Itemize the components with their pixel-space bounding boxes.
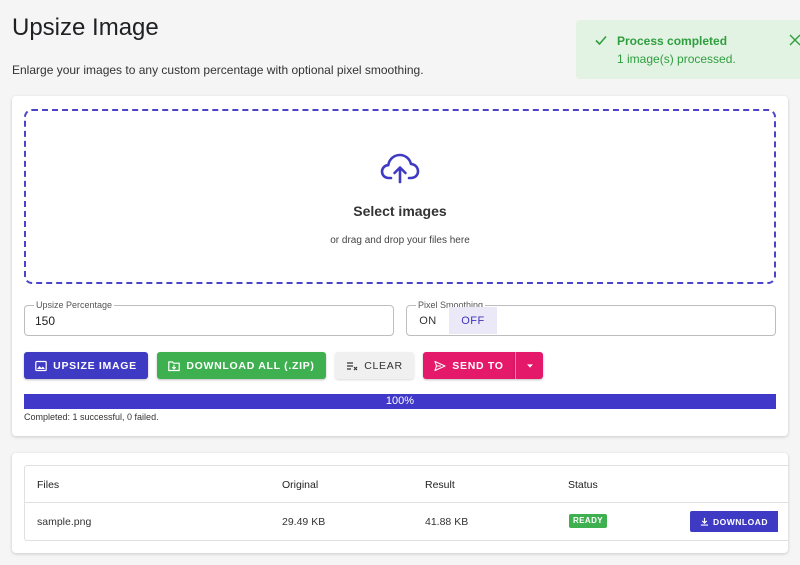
page-subtitle: Enlarge your images to any custom percen… bbox=[12, 63, 424, 77]
upsize-percentage-field[interactable]: Upsize Percentage bbox=[24, 300, 394, 336]
pixel-smoothing-field: Pixel Smoothing ON OFF bbox=[406, 300, 776, 336]
folder-download-icon bbox=[168, 360, 181, 371]
send-to-label: SEND TO bbox=[452, 359, 504, 372]
progress-label: 100% bbox=[385, 395, 415, 407]
upsize-percentage-input[interactable] bbox=[35, 314, 375, 328]
column-header-status: Status bbox=[568, 479, 598, 491]
send-icon bbox=[434, 360, 446, 371]
column-header-files: Files bbox=[37, 479, 60, 491]
column-header-original: Original bbox=[282, 479, 319, 491]
completion-status: Completed: 1 successful, 0 failed. bbox=[24, 412, 159, 422]
check-icon bbox=[595, 35, 607, 46]
success-toast: Process completed 1 image(s) processed. bbox=[576, 20, 800, 79]
download-all-label: DOWNLOAD ALL (.ZIP) bbox=[186, 359, 315, 372]
dropzone-title: Select images bbox=[353, 203, 447, 219]
download-all-button[interactable]: DOWNLOAD ALL (.ZIP) bbox=[157, 352, 326, 379]
upsize-percentage-label: Upsize Percentage bbox=[34, 300, 115, 310]
original-size: 29.49 KB bbox=[282, 516, 326, 528]
clear-button[interactable]: CLEAR bbox=[335, 352, 414, 379]
caret-down-icon bbox=[526, 363, 533, 368]
files-card: Files Original Result Status sample.png … bbox=[12, 453, 788, 553]
smoothing-on-toggle[interactable]: ON bbox=[407, 307, 449, 334]
upsize-image-label: UPSIZE IMAGE bbox=[53, 359, 137, 372]
file-name: sample.png bbox=[37, 516, 92, 528]
upload-card: Select images or drag and drop your file… bbox=[12, 96, 788, 436]
row-download-button[interactable]: DOWNLOAD bbox=[690, 511, 778, 532]
send-to-dropdown-button[interactable] bbox=[515, 352, 543, 379]
cloud-upload-icon bbox=[380, 153, 420, 184]
dropzone-subtitle: or drag and drop your files here bbox=[330, 235, 470, 246]
result-size: 41.88 KB bbox=[425, 516, 469, 528]
files-table: Files Original Result Status sample.png … bbox=[24, 465, 788, 541]
dropzone[interactable]: Select images or drag and drop your file… bbox=[24, 109, 776, 284]
image-icon bbox=[35, 360, 47, 371]
column-header-result: Result bbox=[425, 479, 455, 491]
clear-list-icon bbox=[347, 361, 358, 370]
send-to-button[interactable]: SEND TO bbox=[423, 352, 515, 379]
row-download-label: DOWNLOAD bbox=[713, 516, 768, 527]
download-icon bbox=[700, 517, 709, 526]
table-header: Files Original Result Status bbox=[25, 466, 788, 503]
toast-message: 1 image(s) processed. bbox=[617, 52, 736, 66]
upsize-image-button[interactable]: UPSIZE IMAGE bbox=[24, 352, 148, 379]
toast-title: Process completed bbox=[617, 34, 728, 48]
smoothing-off-toggle[interactable]: OFF bbox=[449, 307, 497, 334]
close-icon[interactable] bbox=[788, 33, 800, 47]
clear-label: CLEAR bbox=[364, 359, 403, 372]
status-badge: READY bbox=[569, 514, 608, 528]
page-title: Upsize Image bbox=[12, 14, 159, 41]
progress-bar: 100% bbox=[24, 394, 776, 409]
